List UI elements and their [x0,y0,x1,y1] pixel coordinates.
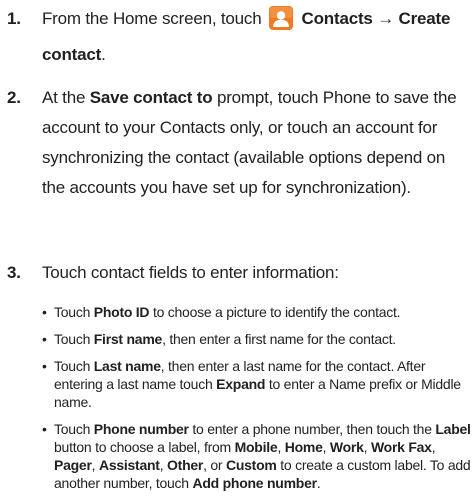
bold-text: Expand [216,376,266,392]
text: , [431,439,436,455]
bullet-phone-number: Touch Phone number to enter a phone numb… [42,420,472,492]
text: , then enter a first name for the contac… [162,331,396,347]
text: , [91,457,96,473]
step-3: 3. Touch contact fields to enter informa… [0,258,470,288]
text: . [316,475,321,491]
step-number: 3. [7,263,21,282]
contacts-icon [269,6,293,40]
bold-text: Label [435,421,471,437]
step-number: 2. [7,88,21,107]
bullet-first-name: Touch First name, then enter a first nam… [42,330,472,348]
text: . [101,45,106,64]
step-text: Touch contact fields to enter informatio… [42,263,339,282]
bold-text: Last name [93,358,161,374]
text: , [363,439,368,455]
text: From the Home screen, touch [42,9,262,28]
bold-text: Other [167,457,204,473]
bullet-photo-id: Touch Photo ID to choose a picture to id… [42,303,472,321]
text: At the [42,88,86,107]
text: Touch [54,331,91,347]
bold-text: First name [93,331,163,347]
bold-text: Custom [225,457,277,473]
step-text: From the Home screen, touch Contacts → C… [42,4,470,70]
bullet-last-name: Touch Last name, then enter a last name … [42,357,472,411]
step-number: 1. [7,9,21,28]
text: , [277,439,282,455]
text: , or [203,457,223,473]
bold-text: Photo ID [93,304,150,320]
bold-text: Home [284,439,323,455]
text: Touch [54,421,91,437]
text: button to choose a label, from [54,439,231,455]
step-1: 1. From the Home screen, touch Contacts … [0,4,470,70]
bold-text: Pager [54,457,92,473]
bold-text: → [377,9,395,28]
bold-text: Work Fax [370,439,432,455]
bold-text: Contacts [301,9,373,28]
field-bullet-list: Touch Photo ID to choose a picture to id… [42,303,472,501]
manual-page: 1. From the Home screen, touch Contacts … [0,0,473,491]
bold-text: Assistant [98,457,160,473]
text: Touch [54,304,91,320]
bold-text: Add phone number [192,475,318,491]
text: to enter a phone number, then touch the [192,421,432,437]
bold-text: Save contact to [89,88,213,107]
bold-text: Phone number [93,421,189,437]
text: to choose a picture to identify the cont… [152,304,401,320]
step-text: At the Save contact to prompt, touch Pho… [42,83,470,203]
bold-text: Work [329,439,364,455]
bold-text: Mobile [234,439,278,455]
text: , [159,457,164,473]
step-2: 2. At the Save contact to prompt, touch … [0,83,470,203]
text: , [322,439,327,455]
text: Touch [54,358,91,374]
